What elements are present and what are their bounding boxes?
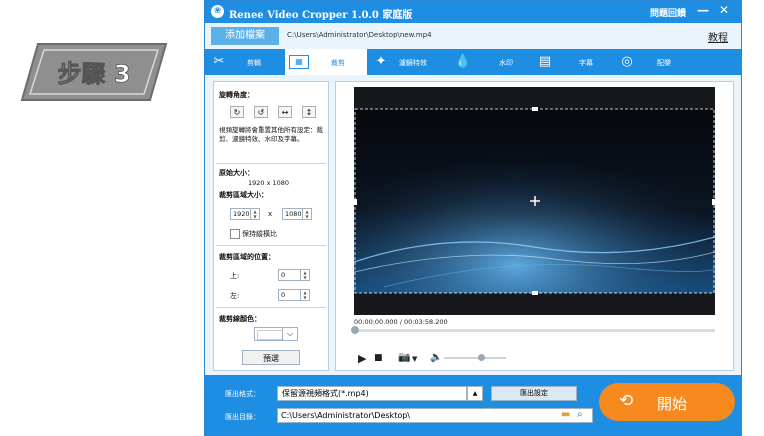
chevron-down-icon[interactable]: ⌵ xyxy=(282,328,297,340)
format-label: 匯出格式： xyxy=(225,390,260,398)
file-path: C:\Users\Administrator\Desktop\new.mp4 xyxy=(287,31,432,39)
spin-arrows-icon[interactable]: ▲ ▼ xyxy=(302,209,311,219)
search-icon[interactable]: ⌕ xyxy=(577,409,583,420)
left-offset-input[interactable]: 0 ▲ ▼ xyxy=(278,289,310,301)
flip-horizontal-icon[interactable]: ↔ xyxy=(278,106,292,118)
folder-icon[interactable]: ▬ xyxy=(561,409,570,420)
tab-label: 字幕 xyxy=(579,59,593,67)
crop-settings-panel: 旋轉角度： ↻ ↺ ↔ ↕ 視頻旋轉將會重置其他所有設定：裁剪、濾鏡特效、水印及… xyxy=(213,81,329,371)
camera-icon[interactable]: 📷 xyxy=(398,352,410,363)
start-button[interactable]: ⟲ 開始 xyxy=(599,383,735,421)
step-3-label: 步驟 3 xyxy=(57,60,130,88)
tab-label: 剪輯 xyxy=(247,59,261,67)
seek-bar[interactable] xyxy=(351,326,715,334)
crop-icon: ▦ xyxy=(289,55,309,69)
chevron-down-icon[interactable]: ▼ xyxy=(412,355,417,363)
spin-arrows-icon[interactable]: ▲ ▼ xyxy=(300,270,309,280)
watermark-icon: 💧 xyxy=(454,54,472,69)
top-offset-input[interactable]: 0 ▲ ▼ xyxy=(278,269,310,281)
refresh-icon: ⟲ xyxy=(619,391,634,411)
times-sign: x xyxy=(268,210,273,218)
tab-label: 裁剪 xyxy=(331,59,345,67)
caret-up-icon[interactable]: ▲ xyxy=(467,386,483,401)
crop-size-title: 裁剪區域大小： xyxy=(219,191,268,199)
output-dir-input[interactable]: C:\Users\Administrator\Desktop\ xyxy=(277,408,593,423)
divider xyxy=(216,245,326,246)
position-title: 裁剪區域的位置： xyxy=(219,253,275,261)
divider xyxy=(216,163,326,164)
video-preview-panel: 00:00:00.000 / 00:03:58.200 ▶ ■ 📷 ▼ 🔈 xyxy=(335,81,734,371)
output-bar: 匯出格式： 保留源視頻格式(*.mp4) ▲ 匯出設定 匯出目錄： C:\Use… xyxy=(205,375,741,435)
subtitle-icon: ▤ xyxy=(538,54,552,69)
step-3-badge: 步驟 3 xyxy=(20,43,168,101)
video-scene xyxy=(354,87,715,315)
line-color-select[interactable]: ⌵ xyxy=(254,327,298,341)
tab-effects[interactable]: ✦ 濾鏡特效 xyxy=(367,49,449,75)
volume-handle[interactable] xyxy=(478,354,486,361)
crop-height-input[interactable]: 1080 ▲ ▼ xyxy=(282,208,312,220)
app-window: ❀ Renee Video Cropper 1.0.0 家庭版 問題回饋 — ✕… xyxy=(204,0,742,436)
flip-vertical-icon[interactable]: ↕ xyxy=(302,106,316,118)
tab-subtitle[interactable]: ▤ 字幕 xyxy=(531,49,613,75)
video-frame[interactable] xyxy=(354,87,715,315)
feedback-link[interactable]: 問題回饋 xyxy=(650,6,686,19)
timecode: 00:00:00.000 / 00:03:58.200 xyxy=(354,318,448,326)
file-bar: 添加檔案 C:\Users\Administrator\Desktop\new.… xyxy=(205,23,741,49)
play-icon[interactable]: ▶ xyxy=(358,352,366,365)
keep-ratio-label: 保持縱橫比 xyxy=(242,230,277,238)
app-logo-icon: ❀ xyxy=(211,5,224,18)
volume-slider[interactable] xyxy=(444,354,506,361)
crop-width-value: 1920 xyxy=(233,210,250,218)
music-icon: ◎ xyxy=(621,54,633,69)
volume-icon[interactable]: 🔈 xyxy=(430,352,442,363)
top-offset-value: 0 xyxy=(281,271,286,279)
output-settings-button[interactable]: 匯出設定 xyxy=(491,386,577,401)
title-bar: ❀ Renee Video Cropper 1.0.0 家庭版 問題回饋 — ✕ xyxy=(205,1,741,23)
add-file-button[interactable]: 添加檔案 xyxy=(211,27,279,45)
seek-handle[interactable] xyxy=(351,326,359,334)
left-offset-value: 0 xyxy=(281,291,286,299)
preview-button[interactable]: 預選 xyxy=(242,350,300,365)
tab-bar: ✂ 剪輯 ▦ 裁剪 ✦ 濾鏡特效 💧 水印 ▤ 字幕 ◎ 配樂 xyxy=(205,49,741,75)
tab-crop[interactable]: ▦ 裁剪 xyxy=(285,49,367,75)
original-size-value: 1920 x 1080 xyxy=(248,179,290,187)
rotate-ccw-icon[interactable]: ↺ xyxy=(254,106,268,118)
format-select[interactable]: 保留源視頻格式(*.mp4) xyxy=(277,386,467,401)
minimize-button[interactable]: — xyxy=(697,3,709,17)
tab-music[interactable]: ◎ 配樂 xyxy=(613,49,693,75)
spin-arrows-icon[interactable]: ▲ ▼ xyxy=(250,209,259,219)
window-title: Renee Video Cropper 1.0.0 家庭版 xyxy=(229,10,413,21)
left-label: 左: xyxy=(230,292,240,300)
top-label: 上: xyxy=(230,272,240,280)
tab-label: 水印 xyxy=(499,59,513,67)
scissors-icon: ✂ xyxy=(213,54,225,69)
effects-icon: ✦ xyxy=(375,54,387,69)
tab-trim[interactable]: ✂ 剪輯 xyxy=(205,49,285,75)
tab-label: 配樂 xyxy=(657,59,671,67)
crop-width-input[interactable]: 1920 ▲ ▼ xyxy=(230,208,260,220)
rotate-cw-icon[interactable]: ↻ xyxy=(230,106,244,118)
stop-icon[interactable]: ■ xyxy=(374,353,383,363)
close-button[interactable]: ✕ xyxy=(719,3,729,17)
keep-ratio-checkbox[interactable] xyxy=(230,229,240,239)
tab-watermark[interactable]: 💧 水印 xyxy=(449,49,531,75)
divider xyxy=(216,307,326,308)
rotation-title: 旋轉角度： xyxy=(219,91,254,99)
start-label: 開始 xyxy=(657,395,688,413)
line-color-title: 裁剪線顏色： xyxy=(219,315,261,323)
rotation-note: 視頻旋轉將會重置其他所有設定：裁剪、濾鏡特效、水印及字幕。 xyxy=(219,126,323,143)
original-size-title: 原始大小： xyxy=(219,169,254,177)
tutorial-link[interactable]: 教程 xyxy=(708,29,728,44)
spin-arrows-icon[interactable]: ▲ ▼ xyxy=(300,290,309,300)
output-dir-label: 匯出目錄： xyxy=(225,413,260,421)
crop-height-value: 1080 xyxy=(285,210,302,218)
color-swatch xyxy=(257,330,283,340)
tab-label: 濾鏡特效 xyxy=(399,59,427,67)
